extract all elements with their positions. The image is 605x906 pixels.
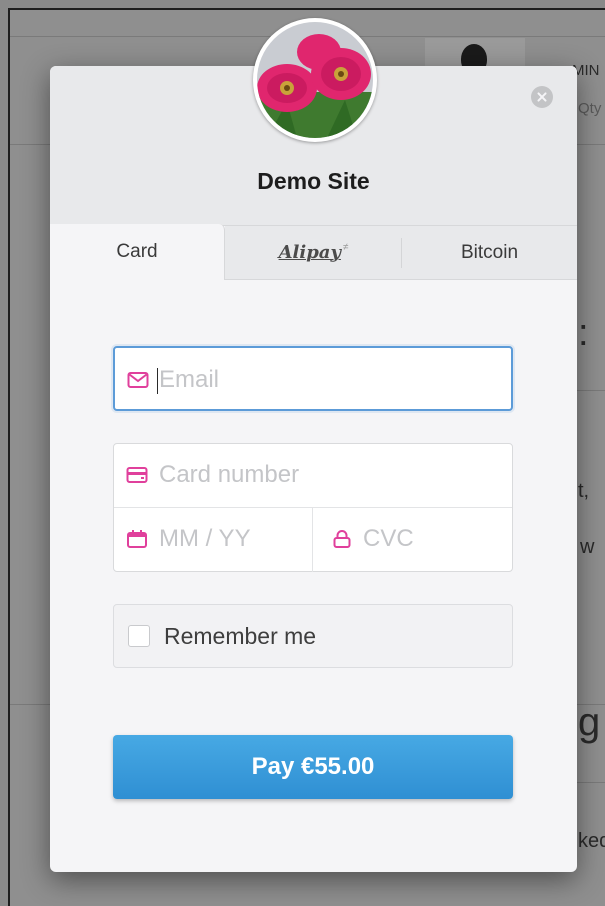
payment-method-tabs: Card Alipay ≠ Bitcoin (50, 224, 577, 280)
remember-me-row[interactable]: Remember me (113, 604, 513, 668)
background-text: ked (578, 830, 605, 852)
flower-image (257, 22, 373, 138)
site-avatar (253, 18, 377, 142)
background-text: Qty (578, 100, 602, 117)
remember-me-checkbox[interactable] (128, 625, 150, 647)
card-number-field[interactable]: Card number (126, 461, 506, 489)
close-icon[interactable] (531, 86, 553, 108)
background-text: g (578, 700, 601, 744)
email-field[interactable]: Email (113, 346, 513, 411)
envelope-icon (127, 372, 149, 388)
pay-button[interactable]: Pay €55.00 (113, 735, 513, 799)
credit-card-icon (126, 467, 148, 483)
alipay-logo: Alipay (278, 242, 341, 263)
background-text: t, (578, 480, 590, 502)
background-text: : (578, 312, 589, 354)
expiry-placeholder: MM / YY (159, 525, 251, 552)
calendar-icon (127, 530, 147, 548)
tab-bitcoin-label: Bitcoin (460, 241, 519, 263)
pay-button-label: Pay €55.00 (251, 753, 375, 780)
tab-bitcoin[interactable]: Bitcoin (402, 226, 577, 280)
checkout-modal: Demo Site Card Alipay ≠ Bitcoin Email Ca… (50, 66, 577, 872)
background-text: w (580, 536, 595, 558)
tab-card[interactable]: Card (50, 224, 225, 280)
site-title: Demo Site (257, 168, 370, 194)
email-placeholder: Email (159, 366, 220, 393)
card-details-group: Card number MM / YY CVC (113, 443, 513, 572)
expiry-field[interactable]: MM / YY (126, 525, 306, 553)
cvc-field[interactable]: CVC (332, 525, 502, 553)
card-number-placeholder: Card number (159, 461, 300, 488)
tab-card-label: Card (116, 241, 158, 262)
remember-me-label: Remember me (164, 623, 317, 649)
tab-alipay[interactable]: Alipay ≠ (225, 226, 402, 280)
text-caret (157, 367, 158, 394)
cvc-placeholder: CVC (363, 525, 414, 552)
lock-icon (333, 530, 351, 548)
alipay-logo-mark: ≠ (342, 242, 349, 253)
